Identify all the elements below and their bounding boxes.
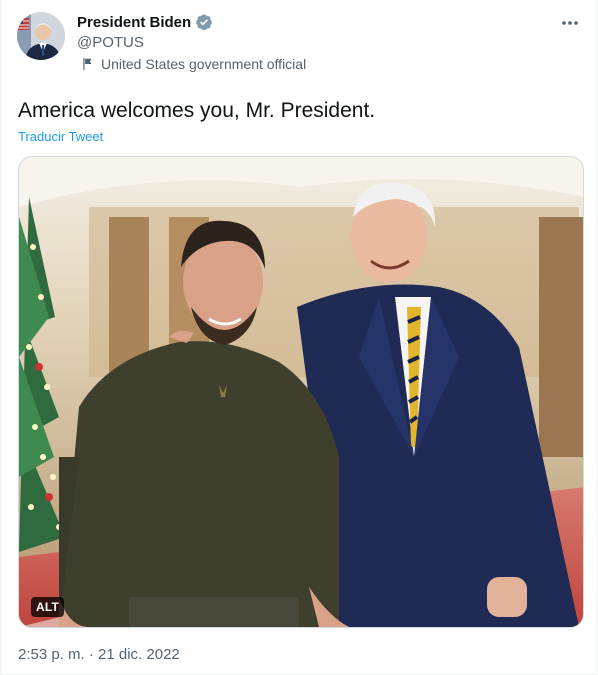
translate-tweet-link[interactable]: Traducir Tweet [18, 129, 103, 144]
display-name[interactable]: President Biden [77, 14, 191, 31]
flag-icon [81, 57, 95, 71]
tweet-timestamp[interactable]: 2:53 p. m. · 21 dic. 2022 [18, 646, 180, 663]
tweet-text: America welcomes you, Mr. President. [18, 99, 376, 122]
government-label-text: United States government official [101, 56, 307, 72]
more-options-button[interactable] [555, 10, 585, 34]
name-row: President Biden [77, 12, 213, 32]
author-names: President Biden @POTUS [77, 12, 213, 53]
alt-text-badge[interactable]: ALT [31, 597, 65, 617]
tweet-photo[interactable]: ALT [18, 156, 584, 628]
tweet-card: President Biden @POTUS United States gov… [0, 0, 598, 675]
avatar[interactable] [17, 12, 65, 60]
tweet-header: President Biden @POTUS United States gov… [17, 10, 581, 82]
government-label[interactable]: United States government official [81, 56, 306, 72]
photo-illustration [19, 157, 583, 627]
author-handle[interactable]: @POTUS [77, 33, 213, 53]
more-dots-icon [561, 13, 579, 31]
verified-badge-icon [195, 13, 213, 31]
